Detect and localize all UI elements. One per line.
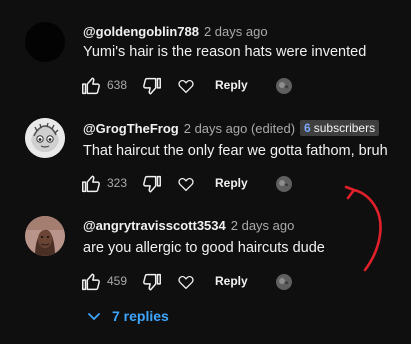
avatar[interactable] — [25, 216, 65, 256]
reply-button[interactable]: Reply — [215, 274, 248, 288]
subscriber-badge-number: 6 — [304, 121, 311, 135]
heart-button[interactable] — [174, 172, 198, 196]
like-button[interactable] — [79, 270, 103, 294]
chevron-down-icon — [86, 308, 102, 324]
comment-header: @angrytravisscott3534 2 days ago — [83, 218, 294, 233]
comment-header: @GrogTheFrog 2 days ago (edited) 6 subsc… — [83, 120, 380, 136]
creator-heart — [272, 270, 296, 294]
show-replies-button[interactable]: 7 replies — [86, 308, 169, 324]
reply-button[interactable]: Reply — [215, 78, 248, 92]
creator-heart — [272, 74, 296, 98]
comment-text: are you allergic to good haircuts dude — [83, 240, 325, 256]
creator-heart-icon — [276, 78, 292, 94]
heart-icon — [178, 79, 194, 94]
comment-actions: 459 Reply — [79, 270, 309, 294]
timestamp[interactable]: 2 days ago — [204, 24, 268, 39]
creator-heart — [272, 172, 296, 196]
comment-header: @goldengoblin788 2 days ago — [83, 24, 268, 39]
avatar[interactable] — [25, 118, 65, 158]
like-count: 459 — [107, 274, 128, 288]
creator-heart-icon — [276, 274, 292, 290]
show-replies-label: 7 replies — [112, 308, 169, 324]
like-count: 638 — [107, 78, 128, 92]
avatar-image — [25, 216, 65, 256]
subscriber-badge: 6 subscribers — [300, 120, 380, 136]
thumb-up-icon — [82, 77, 100, 95]
avatar-image — [25, 118, 65, 158]
like-button[interactable] — [79, 172, 103, 196]
subscriber-badge-label: subscribers — [313, 121, 376, 135]
like-button[interactable] — [79, 74, 103, 98]
heart-button[interactable] — [174, 270, 198, 294]
dislike-button[interactable] — [140, 74, 164, 98]
thumb-down-icon — [143, 77, 161, 95]
dislike-button[interactable] — [140, 172, 164, 196]
thumb-up-icon — [82, 273, 100, 291]
author-handle[interactable]: @goldengoblin788 — [83, 24, 199, 39]
comment-text: That haircut the only fear we gotta fath… — [83, 143, 388, 159]
comment-text: Yumi's hair is the reason hats were inve… — [83, 44, 367, 60]
thumb-down-icon — [143, 273, 161, 291]
comment-actions: 638 Reply — [79, 74, 309, 98]
heart-icon — [178, 177, 194, 192]
thumb-down-icon — [143, 175, 161, 193]
heart-icon — [178, 275, 194, 290]
author-handle[interactable]: @angrytravisscott3534 — [83, 218, 226, 233]
author-handle[interactable]: @GrogTheFrog — [83, 121, 179, 136]
heart-button[interactable] — [174, 74, 198, 98]
avatar-image — [25, 22, 65, 62]
dislike-button[interactable] — [140, 270, 164, 294]
avatar[interactable] — [25, 22, 65, 62]
comment-thread: @goldengoblin788 2 days ago Yumi's hair … — [0, 0, 411, 344]
like-count: 323 — [107, 176, 128, 190]
timestamp[interactable]: 2 days ago — [231, 218, 295, 233]
comment-actions: 323 Reply — [79, 172, 309, 196]
thumb-up-icon — [82, 175, 100, 193]
reply-button[interactable]: Reply — [215, 176, 248, 190]
creator-heart-icon — [276, 176, 292, 192]
timestamp[interactable]: 2 days ago (edited) — [184, 121, 295, 136]
